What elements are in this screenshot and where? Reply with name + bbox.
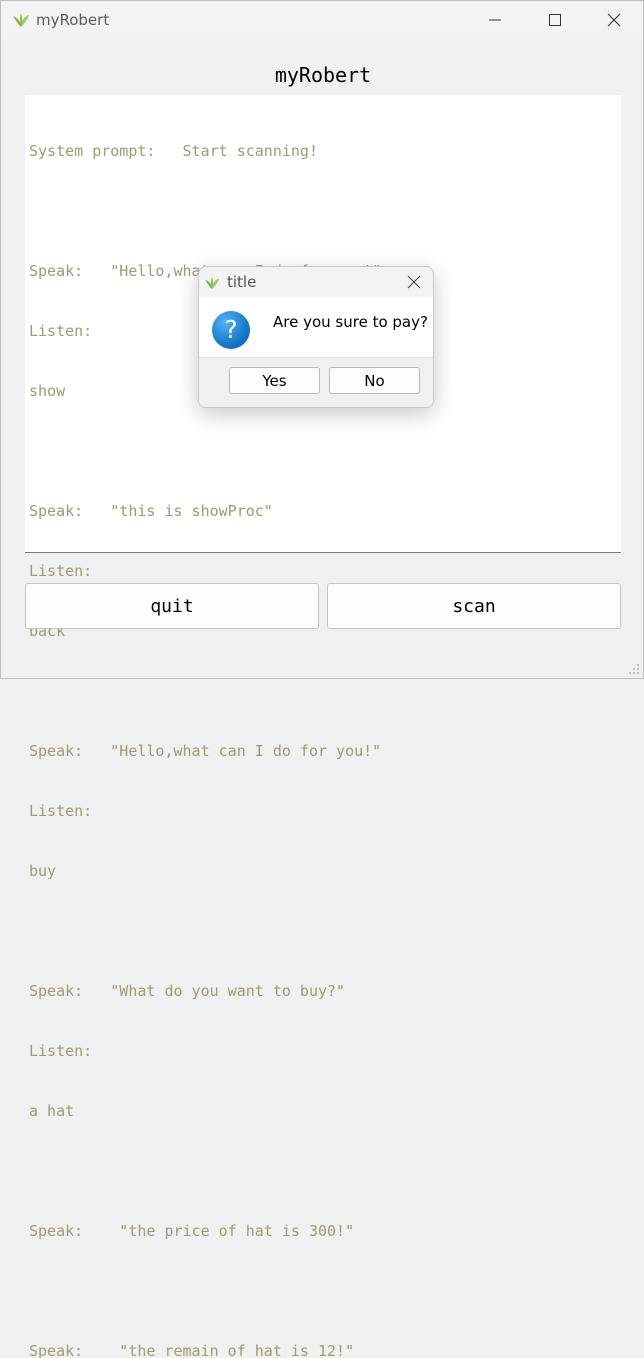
no-button[interactable]: No (329, 367, 420, 394)
log-line: Speak: "the price of hat is 300!" (29, 1222, 355, 1240)
leaf-icon (13, 13, 29, 27)
log-line: ​ (29, 1281, 381, 1301)
log-line: Listen: (29, 1042, 93, 1060)
close-icon (607, 13, 621, 27)
log-line: buy (29, 862, 57, 880)
minimize-button[interactable] (465, 1, 525, 39)
window-title: myRobert (36, 11, 110, 29)
dialog-message: Are you sure to pay? (273, 313, 428, 331)
log-line: ​ (29, 1161, 381, 1181)
question-icon: ? (212, 311, 250, 349)
log-line: ​ (29, 921, 381, 941)
log-line: Listen: (29, 802, 93, 820)
log-line: ​ (29, 201, 381, 221)
maximize-button[interactable] (525, 1, 585, 39)
title-bar[interactable]: myRobert (1, 1, 643, 39)
leaf-icon (205, 276, 219, 290)
confirm-dialog: title ? Are you sure to pay? Yes No (198, 266, 434, 408)
close-button[interactable] (584, 1, 644, 39)
log-line: Speak: "this is showProc" (29, 502, 273, 520)
dialog-footer: Yes No (199, 357, 433, 407)
page-title: myRobert (274, 63, 372, 87)
log-line: ​ (29, 441, 381, 461)
resize-grip-icon[interactable] (628, 663, 640, 675)
quit-button[interactable]: quit (25, 583, 319, 629)
log-line: Listen: (29, 562, 93, 580)
log-line: Speak: "the remain of hat is 12!" (29, 1342, 355, 1358)
dialog-title-bar[interactable]: title (199, 267, 433, 297)
log-line: a hat (29, 1102, 75, 1120)
dialog-title: title (227, 273, 257, 291)
maximize-icon (549, 14, 561, 26)
log-line: Speak: "Hello,what can I do for you!" (29, 742, 382, 760)
yes-button[interactable]: Yes (229, 367, 320, 394)
minimize-icon (489, 19, 501, 21)
log-line: ​ (29, 681, 381, 701)
dialog-close-icon[interactable] (405, 273, 423, 291)
dialog-body: ? Are you sure to pay? (199, 297, 433, 357)
log-line: System prompt: Start scanning! (29, 142, 318, 160)
scan-button[interactable]: scan (327, 583, 621, 629)
log-line: Speak: "What do you want to buy?" (29, 982, 346, 1000)
